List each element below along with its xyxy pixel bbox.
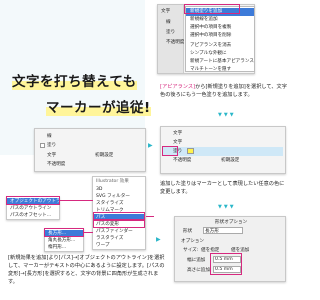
page-title: 文字を打ち替えても マーカーが追従!: [12, 70, 162, 116]
menu-item-reduce-basic[interactable]: シンプルな外観に: [186, 50, 254, 58]
highlight-box-convert: [93, 219, 145, 228]
highlight-box-dialog-values: [210, 253, 242, 275]
menu-item-clear[interactable]: アピアランスを消去: [186, 42, 254, 50]
submenu-offset-path[interactable]: パスのオフセット...: [7, 212, 59, 219]
yellow-swatch: [187, 148, 194, 154]
mid-default: 初期設定: [95, 153, 114, 158]
caption-color: 追加した塗りはマーカーとして表現したい任意の色に変更します。: [160, 181, 285, 195]
connector-line-3: [146, 216, 154, 217]
down-arrow-2: ▼▼▼: [218, 204, 236, 210]
menu-item-duplicate[interactable]: 選択中の項目を複製: [186, 24, 254, 32]
connector-line-2: [84, 232, 93, 233]
midr-row-opacity[interactable]: 不透明度: [173, 157, 191, 163]
appearance-panel-mid: 線 塗り 文字 不透明度 初期設定: [34, 128, 146, 172]
add-height-label: 高さに追加: [187, 268, 210, 273]
effect-item-svg[interactable]: SVG フィルター: [93, 193, 145, 200]
add-width-label: 幅に追加: [187, 258, 206, 263]
dialog-title: 形状オプション: [215, 220, 248, 225]
highlight-box-fill: [162, 146, 178, 156]
menu-item-new-art-basic[interactable]: 新規アートに基本アピアランスを適用: [186, 58, 254, 66]
midr-row-2[interactable]: 文字: [173, 139, 182, 145]
effect-menu-header: Illustrator 効果: [96, 179, 129, 184]
row-opacity[interactable]: 不透明度: [166, 39, 184, 45]
effect-item-rasterize[interactable]: ラスタライズ: [93, 235, 145, 242]
caption-appearance-highlight: [アピアランス]: [160, 84, 196, 90]
shape-item-rounded[interactable]: 角丸長方形...: [45, 237, 83, 244]
menu-item-hide-thumbnail[interactable]: マルチトーンを隠す: [186, 66, 254, 73]
appearance-menu: 新規塗りを追加 新規線を追加 選択中の項目を複製 選択中の項目を削除 アピアラン…: [185, 6, 255, 72]
shape-value: 長方形: [205, 229, 219, 234]
mid-row-opacity[interactable]: 不透明度: [47, 161, 65, 167]
appearance-panel-mid-right: 文字 文字 塗り 不透明度 初期設定: [160, 126, 286, 174]
mid-row-type[interactable]: 文字: [47, 152, 56, 158]
connector-line-1: [60, 200, 93, 201]
effect-item-stylize[interactable]: スタイライズ: [93, 200, 145, 207]
highlight-box-rect: [44, 228, 84, 237]
mid-fill-swatch: [40, 143, 45, 148]
row-stroke[interactable]: 線: [166, 19, 171, 25]
submenu-outline-stroke[interactable]: パスのアウトライン: [7, 205, 59, 212]
appearance-panel-top: 文字 線 塗り 不透明度 新規塗りを追加 新規線を追加 選択中の項目を複製 選択…: [157, 4, 255, 74]
highlight-box-top: [184, 4, 240, 14]
title-line2: マーカーが追従!: [46, 96, 151, 116]
highlight-box-outline: [6, 196, 60, 205]
type-label: 文字: [161, 9, 171, 14]
right-arrow-1: ▶: [148, 142, 153, 149]
mid-row-stroke[interactable]: 線: [47, 133, 52, 139]
caption-appearance: [アピアランス]から[新規塗りを追加]を選択して、文字色の後ろにもう一色塗りを追…: [160, 83, 290, 99]
options-section: オプション: [181, 239, 204, 244]
title-line1: 文字を打ち替えても: [12, 70, 137, 90]
effect-item-3d[interactable]: 3D: [93, 186, 145, 193]
menu-item-remove[interactable]: 選択中の項目を削除: [186, 32, 254, 40]
midr-row-1[interactable]: 文字: [173, 130, 182, 136]
row-fill[interactable]: 塗り: [166, 29, 175, 35]
effect-item-pathfinder[interactable]: パスファインダー: [93, 228, 145, 235]
midr-default: 初期設定: [221, 158, 240, 163]
mid-row-fill[interactable]: 塗り: [47, 142, 56, 148]
right-arrow-2: ▶: [156, 236, 161, 243]
caption-effects: [新規効果を追加]より[パス]→[オブジェクトのアウトライン]を選択して、マーカ…: [8, 255, 165, 285]
effect-item-warp[interactable]: ワープ: [93, 242, 145, 249]
size-label: サイズ:: [183, 248, 199, 253]
shape-item-ellipse[interactable]: 楕円形...: [45, 244, 83, 251]
menu-item-add-new-stroke[interactable]: 新規線を追加: [186, 16, 254, 24]
shape-label: 形状: [183, 229, 193, 234]
down-arrow-1: ▼▼▼: [218, 112, 236, 118]
